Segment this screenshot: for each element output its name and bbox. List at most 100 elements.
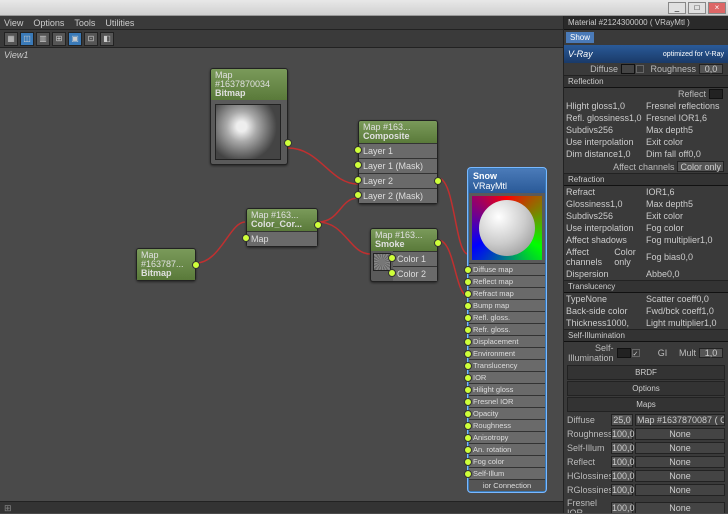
map-slot-button[interactable]: None (635, 502, 725, 513)
menu-tools[interactable]: Tools (74, 18, 95, 28)
hgloss-value[interactable]: 1,0 (613, 101, 626, 111)
input-port[interactable] (354, 191, 362, 199)
map-slot-button[interactable]: None (635, 470, 725, 482)
node-header[interactable]: Map #1637870034Bitmap (211, 69, 287, 100)
map-amount[interactable]: 100,0 (611, 456, 633, 468)
map-amount[interactable]: 100,0 (611, 470, 633, 482)
input-port[interactable] (464, 290, 472, 298)
material-node[interactable]: SnowVRayMtl Diffuse mapReflect mapRefrac… (468, 168, 546, 492)
output-port[interactable] (434, 239, 442, 247)
material-slot[interactable]: Fresnel IOR (469, 395, 545, 407)
fresnel-ior-value[interactable]: 1,6 (695, 113, 708, 123)
section-reflection[interactable]: Reflection (564, 75, 728, 88)
menu-view[interactable]: View (4, 18, 23, 28)
refl-affect-select[interactable]: Color only (677, 161, 724, 172)
input-port[interactable] (388, 269, 396, 277)
input-port[interactable] (464, 314, 472, 322)
slot-map[interactable]: Map (247, 231, 317, 246)
section-options[interactable]: Options (567, 381, 725, 396)
roughness-value[interactable]: 0,0 (699, 64, 723, 74)
fwdbck-value[interactable]: 1,0 (701, 306, 714, 316)
ior-value[interactable]: 1,6 (662, 187, 675, 197)
node-smoke[interactable]: Map #163...Smoke Color 1 Color 2 (370, 228, 438, 282)
slot-color1[interactable]: Color 1 (393, 251, 437, 266)
material-slot[interactable]: Diffuse map (469, 263, 545, 275)
output-port[interactable] (434, 177, 442, 185)
input-port[interactable] (242, 234, 250, 242)
show-button[interactable]: Show (566, 32, 594, 43)
input-port[interactable] (354, 176, 362, 184)
input-port[interactable] (464, 362, 472, 370)
section-translucency[interactable]: Translucency (564, 280, 728, 293)
material-slot[interactable]: Opacity (469, 407, 545, 419)
material-slot[interactable]: Refr. gloss. (469, 323, 545, 335)
material-footer[interactable]: ior Connection (469, 479, 545, 491)
gi-check[interactable] (632, 349, 640, 357)
input-port[interactable] (464, 386, 472, 394)
input-port[interactable] (464, 302, 472, 310)
refr-subdiv-value[interactable]: 256 (598, 211, 613, 221)
menu-utilities[interactable]: Utilities (105, 18, 134, 28)
diffuse-map-toggle[interactable] (636, 65, 644, 73)
map-slot-button[interactable]: None (635, 442, 725, 454)
slot-layer1-mask[interactable]: Layer 1 (Mask) (359, 158, 437, 173)
input-port[interactable] (464, 278, 472, 286)
slot-color2[interactable]: Color 2 (393, 266, 437, 281)
map-slot-button[interactable]: Map #1637870087 ( Composite ) (635, 414, 725, 426)
abbe-value[interactable]: 0,0 (667, 269, 680, 279)
refr-affect-select[interactable]: Color only (614, 247, 646, 267)
map-slot-button[interactable]: None (635, 484, 725, 496)
material-slot[interactable]: Displacement (469, 335, 545, 347)
node-header[interactable]: Map #163787...Bitmap (137, 249, 195, 280)
tool-7[interactable]: ◧ (100, 32, 114, 46)
refr-maxdepth-value[interactable]: 5 (688, 199, 693, 209)
section-maps[interactable]: Maps (567, 397, 725, 412)
tool-1[interactable]: ▦ (4, 32, 18, 46)
input-port[interactable] (354, 161, 362, 169)
output-port[interactable] (284, 139, 292, 147)
dimdist-value[interactable]: 1,0 (618, 149, 631, 159)
material-slot[interactable]: Refract map (469, 287, 545, 299)
section-brdf[interactable]: BRDF (567, 365, 725, 380)
output-port[interactable] (192, 261, 200, 269)
input-port[interactable] (464, 326, 472, 334)
input-port[interactable] (388, 254, 396, 262)
thickness-value[interactable]: 1000, (607, 318, 630, 328)
material-slot[interactable]: IOR (469, 371, 545, 383)
node-graph-view[interactable]: View1 Map #1637870034Bitmap Map #163787.… (0, 48, 563, 501)
refl-subdiv-value[interactable]: 256 (598, 125, 613, 135)
refr-gloss-value[interactable]: 1,0 (610, 199, 623, 209)
input-port[interactable] (464, 458, 472, 466)
diffuse-swatch[interactable] (621, 64, 635, 74)
node-header[interactable]: Map #163...Color_Cor... (247, 209, 317, 231)
input-port[interactable] (464, 434, 472, 442)
selfillum-swatch[interactable] (617, 348, 631, 358)
material-slot[interactable]: Refl. gloss. (469, 311, 545, 323)
menu-options[interactable]: Options (33, 18, 64, 28)
material-slot[interactable]: Reflect map (469, 275, 545, 287)
input-port[interactable] (354, 146, 362, 154)
material-slot[interactable]: Environment (469, 347, 545, 359)
slot-layer2[interactable]: Layer 2 (359, 173, 437, 188)
fogbias-value[interactable]: 0,0 (681, 252, 694, 262)
input-port[interactable] (464, 338, 472, 346)
input-port[interactable] (464, 410, 472, 418)
material-slot[interactable]: Roughness (469, 419, 545, 431)
material-slot[interactable]: Bump map (469, 299, 545, 311)
node-composite[interactable]: Map #163...Composite Layer 1 Layer 1 (Ma… (358, 120, 438, 204)
map-amount[interactable]: 25,0 (611, 414, 633, 426)
section-refraction[interactable]: Refraction (564, 173, 728, 186)
map-amount[interactable]: 100,0 (611, 484, 633, 496)
scatter-value[interactable]: 0,0 (696, 294, 709, 304)
node-color-correction[interactable]: Map #163...Color_Cor... Map (246, 208, 318, 247)
material-slot[interactable]: Hilight gloss (469, 383, 545, 395)
tool-6[interactable]: ⊡ (84, 32, 98, 46)
material-slot[interactable]: Anisotropy (469, 431, 545, 443)
material-slot[interactable]: Fog color (469, 455, 545, 467)
section-selfillum[interactable]: Self-Illumination (564, 329, 728, 342)
transl-type-select[interactable]: None (586, 294, 608, 304)
map-slot-button[interactable]: None (635, 428, 725, 440)
reflect-swatch[interactable] (709, 89, 723, 99)
map-slot-button[interactable]: None (635, 456, 725, 468)
node-bitmap-1[interactable]: Map #1637870034Bitmap (210, 68, 288, 165)
